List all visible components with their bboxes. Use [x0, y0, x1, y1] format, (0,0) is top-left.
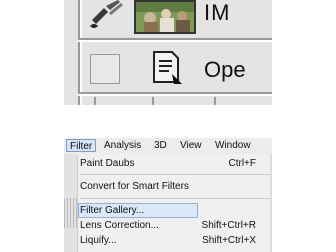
menu-item-lens-correction[interactable]: Lens Correction... Shift+Ctrl+R	[78, 219, 272, 233]
menu-separator	[80, 198, 270, 199]
menu-view[interactable]: View	[180, 140, 202, 151]
row-divider-highlight	[78, 40, 272, 42]
open-document-icon[interactable]	[150, 48, 186, 88]
menu-analysis[interactable]: Analysis	[104, 140, 141, 151]
menu-item-shortcut: Shift+Ctrl+X	[202, 235, 256, 246]
checkbox-square[interactable]	[90, 54, 120, 84]
menu-3d[interactable]: 3D	[154, 140, 167, 151]
menu-filter[interactable]: Filter	[66, 139, 97, 152]
menu-item-label: Paint Daubs	[80, 158, 135, 169]
ruler-fragment	[64, 198, 78, 228]
menu-bar: Filter Analysis 3D View Window	[64, 138, 272, 154]
open-label: Ope	[204, 57, 246, 82]
panel-divider-highlight	[80, 0, 82, 105]
partial-row-edges	[94, 97, 216, 105]
menu-item-liquify[interactable]: Liquify... Shift+Ctrl+X	[78, 234, 272, 248]
zoomed-panel-top: IM Ope	[64, 0, 272, 105]
menu-item-convert-smart-filters[interactable]: Convert for Smart Filters	[78, 180, 272, 194]
menu-item-paint-daubs[interactable]: Paint Daubs Ctrl+F	[78, 157, 272, 171]
menu-item-shortcut: Ctrl+F	[228, 158, 257, 169]
thumbnail-image[interactable]	[134, 0, 196, 34]
thumbnail-picture	[136, 2, 194, 32]
menu-item-shortcut: Shift+Ctrl+R	[201, 220, 256, 231]
menu-window[interactable]: Window	[215, 140, 251, 151]
menu-item-label: Filter Gallery...	[80, 205, 145, 216]
filter-dropdown-menu: Paint Daubs Ctrl+F Convert for Smart Fil…	[64, 154, 272, 252]
menu-item-label: Convert for Smart Filters	[80, 181, 189, 192]
brush-icon[interactable]	[88, 0, 124, 32]
menu-item-label: Lens Correction...	[80, 220, 159, 231]
menu-separator	[80, 174, 270, 175]
menu-right-edge	[270, 154, 272, 252]
menu-item-label: Liquify...	[80, 235, 117, 246]
layer-name-label: IM	[204, 0, 231, 25]
menu-item-filter-gallery[interactable]: Filter Gallery...	[78, 203, 272, 218]
row-divider-highlight	[78, 94, 272, 96]
